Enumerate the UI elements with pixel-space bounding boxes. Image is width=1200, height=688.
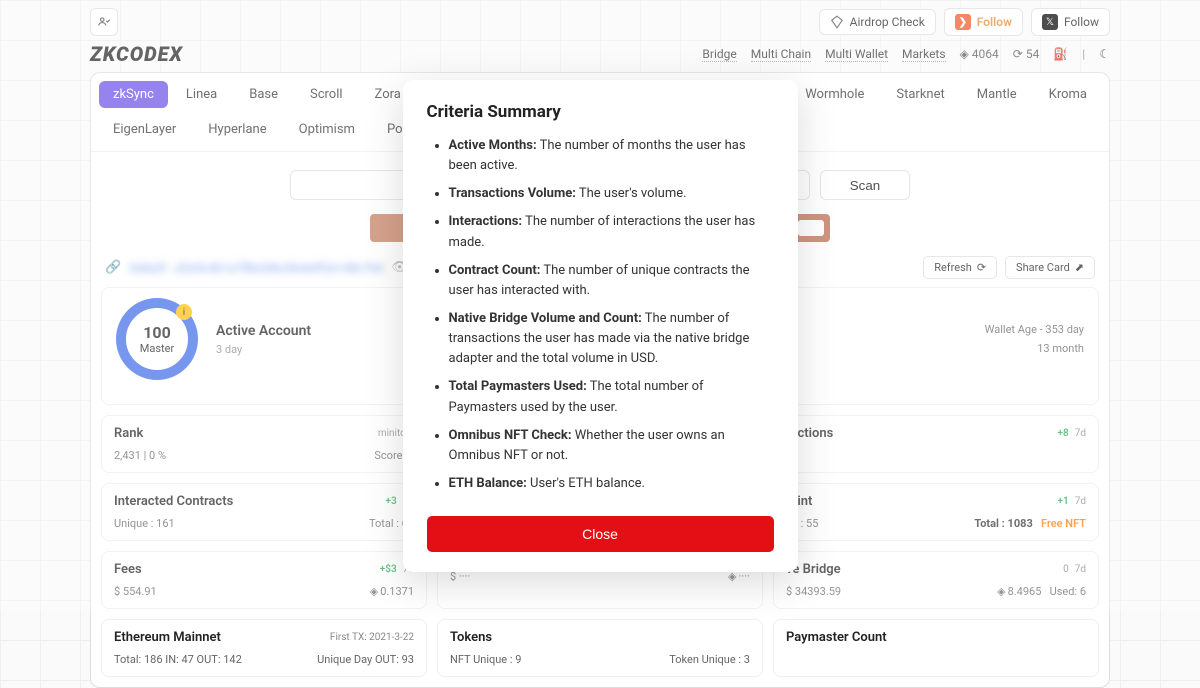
card-tokens: Tokens NFT Unique : 9Token Unique : 3 (437, 619, 763, 677)
criteria-item: Active Months: The number of months the … (449, 136, 774, 176)
close-button[interactable]: Close (427, 516, 774, 552)
criteria-modal: Criteria Summary Active Months: The numb… (403, 80, 798, 572)
criteria-list: Active Months: The number of months the … (427, 136, 774, 494)
card-ethereum: Ethereum MainnetFirst TX: 2021-3-22 Tota… (101, 619, 427, 677)
criteria-item: Native Bridge Volume and Count: The numb… (449, 309, 774, 369)
criteria-item: Total Paymasters Used: The total number … (449, 377, 774, 417)
criteria-item: Transactions Volume: The user's volume. (449, 184, 774, 204)
modal-backdrop[interactable]: Criteria Summary Active Months: The numb… (0, 0, 1200, 611)
modal-title: Criteria Summary (427, 102, 774, 122)
criteria-item: Interactions: The number of interactions… (449, 212, 774, 252)
criteria-item: Omnibus NFT Check: Whether the user owns… (449, 426, 774, 466)
criteria-item: Contract Count: The number of unique con… (449, 261, 774, 301)
card-paymaster: Paymaster Count (773, 619, 1099, 677)
criteria-item: ETH Balance: User's ETH balance. (449, 474, 774, 494)
